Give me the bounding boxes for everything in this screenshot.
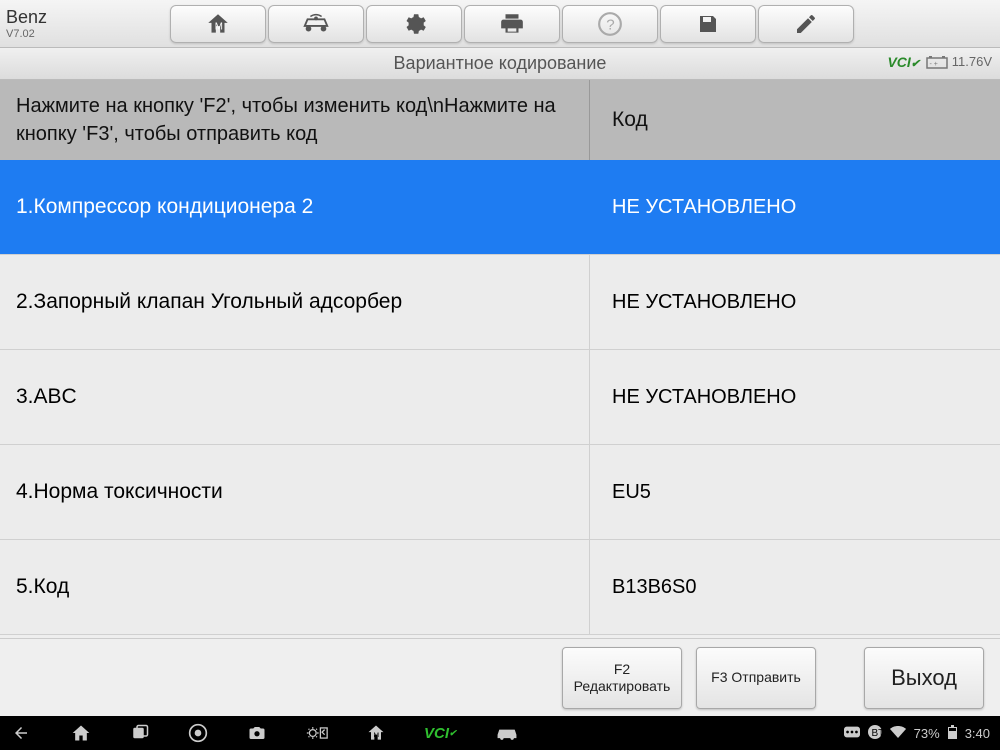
home-button[interactable]: M bbox=[170, 5, 266, 43]
table-row[interactable]: 3.ABCНЕ УСТАНОВЛЕНО bbox=[0, 350, 1000, 445]
status-icons: BT 73% 3:40 bbox=[844, 725, 990, 742]
app-title-box: Benz V7.02 bbox=[0, 7, 170, 40]
page-title: Вариантное кодирование bbox=[394, 53, 607, 74]
sub-header: Вариантное кодирование VCI✔ - + 11.76V bbox=[0, 48, 1000, 80]
help-button[interactable]: ? bbox=[562, 5, 658, 43]
svg-text:M: M bbox=[215, 21, 223, 32]
table-row[interactable]: 5.КодB13B6S0 bbox=[0, 540, 1000, 635]
f3-send-button[interactable]: F3 Отправить bbox=[696, 647, 816, 709]
coding-table: Нажмите на кнопку 'F2', чтобы изменить к… bbox=[0, 80, 1000, 638]
camera-icon[interactable] bbox=[246, 724, 268, 742]
battery-icon bbox=[948, 725, 957, 742]
car-battery-icon: - + bbox=[926, 55, 948, 69]
action-bar: F2 Редактировать F3 Отправить Выход bbox=[0, 638, 1000, 716]
clock: 3:40 bbox=[965, 726, 990, 741]
app-version: V7.02 bbox=[6, 28, 170, 40]
row-value: НЕ УСТАНОВЛЕНО bbox=[590, 350, 1000, 444]
m-home-icon[interactable]: M bbox=[366, 723, 386, 743]
car-icon[interactable] bbox=[495, 725, 519, 741]
exit-button[interactable]: Выход bbox=[864, 647, 984, 709]
top-toolbar: Benz V7.02 M ? bbox=[0, 0, 1000, 48]
row-label: 2.Запорный клапан Угольный адсорбер bbox=[0, 255, 590, 349]
row-label: 1.Компрессор кондиционера 2 bbox=[0, 160, 590, 254]
toolbar-buttons: M ? bbox=[170, 5, 856, 43]
row-label: 5.Код bbox=[0, 540, 590, 634]
row-label: 3.ABC bbox=[0, 350, 590, 444]
save-button[interactable] bbox=[660, 5, 756, 43]
f2-edit-button[interactable]: F2 Редактировать bbox=[562, 647, 682, 709]
battery-percent: 73% bbox=[914, 726, 940, 741]
table-header: Нажмите на кнопку 'F2', чтобы изменить к… bbox=[0, 80, 1000, 160]
table-row[interactable]: 2.Запорный клапан Угольный адсорберНЕ УС… bbox=[0, 255, 1000, 350]
vci-nav-icon[interactable]: VCI✔ bbox=[424, 725, 457, 742]
row-value: НЕ УСТАНОВЛЕНО bbox=[590, 160, 1000, 254]
svg-text:M: M bbox=[374, 732, 380, 739]
vci-indicator: VCI✔ bbox=[887, 54, 920, 70]
row-value: НЕ УСТАНОВЛЕНО bbox=[590, 255, 1000, 349]
back-icon[interactable] bbox=[10, 724, 32, 742]
notification-icon bbox=[844, 726, 860, 741]
vehicle-button[interactable] bbox=[268, 5, 364, 43]
chrome-icon[interactable] bbox=[188, 723, 208, 743]
home-icon[interactable] bbox=[70, 723, 92, 743]
header-instruction: Нажмите на кнопку 'F2', чтобы изменить к… bbox=[0, 80, 590, 160]
table-row[interactable]: 4.Норма токсичностиEU5 bbox=[0, 445, 1000, 540]
table-row[interactable]: 1.Компрессор кондиционера 2НЕ УСТАНОВЛЕН… bbox=[0, 160, 1000, 255]
voltage-indicator: - + 11.76V bbox=[926, 54, 992, 69]
edit-button[interactable] bbox=[758, 5, 854, 43]
wifi-icon bbox=[890, 726, 906, 741]
app-title: Benz bbox=[6, 7, 170, 28]
brightness-icon[interactable] bbox=[306, 724, 328, 742]
bt-icon: BT bbox=[868, 725, 882, 742]
recent-icon[interactable] bbox=[130, 724, 150, 742]
row-label: 4.Норма токсичности bbox=[0, 445, 590, 539]
row-value: B13B6S0 bbox=[590, 540, 1000, 634]
svg-text:?: ? bbox=[606, 16, 614, 33]
row-value: EU5 bbox=[590, 445, 1000, 539]
svg-text:- +: - + bbox=[929, 61, 937, 68]
header-code: Код bbox=[590, 80, 1000, 160]
svg-text:BT: BT bbox=[871, 728, 882, 739]
settings-button[interactable] bbox=[366, 5, 462, 43]
print-button[interactable] bbox=[464, 5, 560, 43]
android-nav-bar: M VCI✔ BT 73% 3:40 bbox=[0, 716, 1000, 750]
